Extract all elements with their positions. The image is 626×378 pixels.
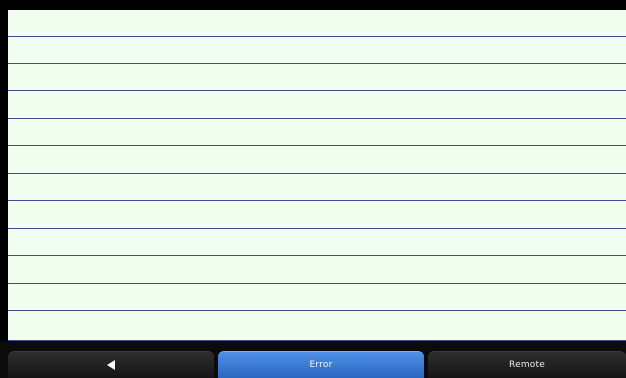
error-list[interactable]: [8, 10, 626, 341]
list-item[interactable]: [8, 284, 626, 311]
remote-button[interactable]: Remote: [428, 351, 626, 378]
list-item[interactable]: [8, 174, 626, 201]
list-item[interactable]: [8, 119, 626, 146]
list-item[interactable]: [8, 147, 626, 174]
back-button[interactable]: [8, 351, 214, 378]
remote-button-label: Remote: [509, 360, 545, 370]
back-arrow-icon: [107, 360, 115, 370]
softkey-bar: Error Remote: [0, 341, 626, 378]
list-item[interactable]: [8, 202, 626, 229]
list-item[interactable]: [8, 92, 626, 119]
list-item[interactable]: [8, 257, 626, 284]
error-button[interactable]: Error: [218, 351, 424, 378]
error-button-label: Error: [309, 360, 333, 370]
list-item[interactable]: [8, 10, 626, 37]
list-item[interactable]: [8, 37, 626, 64]
list-item[interactable]: [8, 312, 626, 341]
device-screen: Error Remote: [0, 0, 626, 378]
list-item[interactable]: [8, 229, 626, 256]
list-item[interactable]: [8, 64, 626, 91]
